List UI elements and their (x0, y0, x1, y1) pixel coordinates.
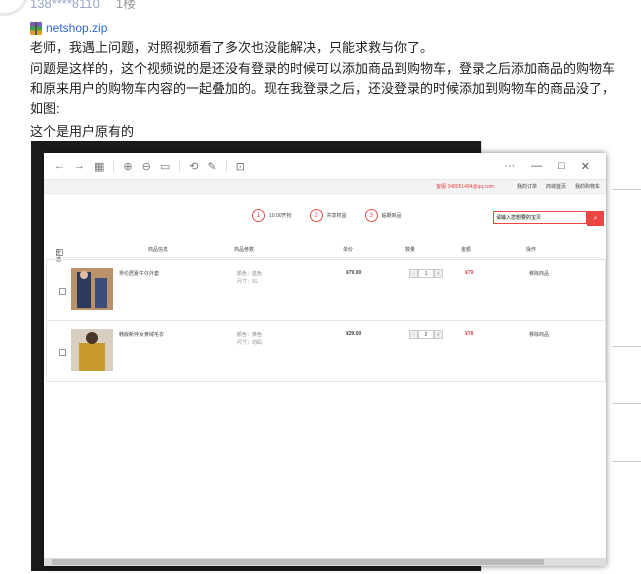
spec-color: 颜色：蓝色 (237, 271, 263, 277)
post-paragraph-3: 这个是用户原有的 (30, 124, 135, 139)
hotline: 客服 348051494@qq.com (436, 184, 494, 190)
divider (113, 160, 115, 172)
product-name[interactable]: 男伦居夏牛仔外套 (119, 270, 159, 277)
quantity-stepper: -2 + (409, 330, 443, 339)
step-3[interactable]: 3 临期商品 (364, 209, 402, 222)
divider (225, 160, 227, 172)
spec-size: 尺寸：XL (237, 279, 259, 285)
search-button[interactable]: ⌕ (587, 211, 604, 226)
minimize-button[interactable]: — (531, 160, 542, 173)
edit-icon[interactable]: ✎ (207, 160, 216, 173)
header-total: 金额 (461, 247, 472, 253)
forward-arrow-icon[interactable]: → (74, 160, 85, 172)
promo-steps: 1 10:00开抢 2 共享权益 3 临期商品 (252, 209, 420, 222)
image-viewer-window: ← → ▦ ⊕ ⊖ ▭ ⟲ ✎ ⊡ ··· — □ ✕ 客服 348051494… (44, 153, 606, 566)
divider (612, 403, 641, 404)
link-orders[interactable]: 我的订单 (517, 183, 537, 190)
step-number: 1 (252, 209, 265, 222)
avatar (0, 0, 28, 16)
attachment-link[interactable]: netshop.zip (30, 21, 107, 35)
remove-item-link[interactable]: 移除商品 (529, 331, 549, 338)
spec-color: 颜色：黄色 (237, 332, 263, 338)
window-controls: ··· — □ ✕ (504, 160, 606, 173)
table-row: 韩版新伴女黄绒毛衣 颜色：黄色尺寸：均码 ¥39.00 -2 + ¥78 移除商品 (46, 320, 606, 382)
step-1[interactable]: 1 10:00开抢 (252, 209, 292, 222)
unit-price: ¥79.00 (346, 270, 362, 276)
product-name[interactable]: 韩版新伴女黄绒毛衣 (119, 331, 164, 338)
header-price: 单价 (343, 247, 354, 253)
product-thumbnail[interactable] (71, 268, 113, 310)
post-header: 138****8110 1楼 (30, 0, 136, 12)
step-2[interactable]: 2 共享权益 (309, 209, 347, 222)
zoom-out-icon[interactable]: ⊖ (142, 160, 151, 173)
viewer-toolbar: ← → ▦ ⊕ ⊖ ▭ ⟲ ✎ ⊡ ··· — □ ✕ (44, 153, 606, 180)
divider (612, 461, 641, 462)
table-row: 男伦居夏牛仔外套 颜色：蓝色尺寸：XL ¥79.00 -1 + ¥79 移除商品 (46, 259, 606, 321)
rotate-icon[interactable]: ⟲ (189, 160, 198, 173)
scrollbar-thumb[interactable] (52, 559, 544, 565)
terminal-fragment (31, 141, 45, 571)
header-spec: 商品参数 (234, 247, 255, 253)
step-label: 共享权益 (326, 213, 347, 219)
quantity-stepper: -1 + (409, 269, 443, 278)
back-arrow-icon[interactable]: ← (54, 160, 65, 172)
product-spec: 颜色：黄色尺寸：均码 (237, 331, 262, 347)
zip-archive-icon (30, 21, 42, 35)
more-button[interactable]: ··· (504, 160, 515, 173)
search-input[interactable] (493, 211, 587, 224)
increment-button[interactable]: + (434, 330, 443, 339)
quantity-value[interactable]: 2 (418, 330, 434, 339)
header-qty: 数量 (405, 247, 416, 253)
maximize-button[interactable]: □ (558, 160, 565, 173)
save-icon[interactable]: ⊡ (236, 160, 245, 173)
divider (612, 346, 641, 347)
step-number: 3 (364, 209, 378, 222)
product-thumbnail[interactable] (71, 329, 113, 371)
post-paragraph-1: 老师，我遇上问题，对照视频看了多次也没能解决，只能求救与你了。 (30, 40, 434, 55)
step-label: 临期商品 (381, 213, 402, 219)
decrement-button[interactable]: - (409, 330, 418, 339)
cart-table-header: 全选 商品信息 商品参数 单价 数量 金额 操作 (56, 243, 601, 263)
step-number: 2 (309, 209, 323, 222)
row-checkbox[interactable] (59, 349, 66, 356)
divider (179, 160, 181, 172)
quantity-value[interactable]: 1 (418, 269, 434, 278)
zoom-in-icon[interactable]: ⊕ (123, 160, 132, 173)
product-spec: 颜色：蓝色尺寸：XL (237, 270, 262, 286)
increment-button[interactable]: + (434, 269, 443, 278)
spec-size: 尺寸：均码 (237, 340, 263, 346)
remove-item-link[interactable]: 移除商品 (529, 270, 549, 277)
header-op: 操作 (526, 247, 537, 253)
step-label: 10:00开抢 (269, 213, 292, 219)
unit-price: ¥39.00 (346, 331, 362, 337)
line-total: ¥78 (465, 331, 474, 337)
search-icon: ⌕ (593, 214, 598, 222)
username[interactable]: 138****8110 (30, 0, 100, 11)
line-total: ¥79 (465, 270, 474, 276)
header-info: 商品信息 (148, 247, 169, 253)
search-bar: ⌕ (493, 211, 604, 226)
decrement-button[interactable]: - (409, 269, 418, 278)
grid-icon[interactable]: ▦ (94, 160, 104, 173)
row-checkbox[interactable] (59, 288, 66, 295)
horizontal-scrollbar[interactable] (44, 558, 606, 566)
close-button[interactable]: ✕ (581, 160, 590, 173)
fit-icon[interactable]: ▭ (160, 160, 170, 173)
post-paragraph-2: 问题是这样的，这个视频说的是还没有登录的时候可以添加商品到购物车，登录之后添加商… (30, 61, 616, 116)
link-home[interactable]: 商城首页 (546, 183, 566, 190)
shop-topbar: 客服 348051494@qq.com 我的订单 商城首页 我的购物车 (44, 180, 606, 194)
divider (612, 189, 641, 190)
link-cart[interactable]: 我的购物车 (575, 183, 600, 190)
attachment-name[interactable]: netshop.zip (46, 21, 107, 35)
floor-label: 1楼 (115, 0, 137, 11)
